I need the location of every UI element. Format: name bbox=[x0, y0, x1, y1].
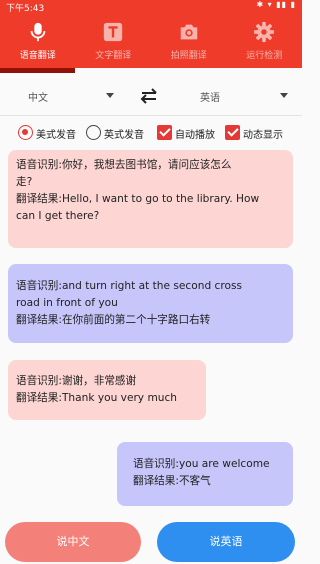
tab-label: 拍照翻译 bbox=[170, 51, 207, 61]
recognized-text: road in front of you bbox=[16, 297, 118, 309]
chat-bubble-chinese: 语音识别:谢谢，非常感谢 翻译结果:Thank you very much bbox=[8, 360, 206, 420]
source-language-dropdown[interactable]: 中文 bbox=[0, 76, 125, 116]
camera-icon bbox=[180, 24, 197, 40]
british-pronunciation-label: 英式发音 bbox=[104, 130, 144, 141]
microphone-icon bbox=[30, 22, 46, 42]
radio-checked-icon bbox=[18, 125, 33, 140]
tab-run-check[interactable]: 运行检测 bbox=[227, 12, 303, 68]
swap-arrows-icon[interactable] bbox=[139, 87, 159, 105]
tab-label: 运行检测 bbox=[246, 51, 283, 61]
radio-unchecked-icon bbox=[86, 125, 101, 140]
translation-text: 翻译结果:Thank you very much bbox=[16, 392, 178, 404]
chevron-down-icon bbox=[280, 93, 288, 98]
recognized-text: 语音识别:you are welcome bbox=[133, 458, 270, 470]
chat-bubble-english: 语音识别:you are welcome 翻译结果:不客气 bbox=[117, 442, 293, 506]
source-language-label: 中文 bbox=[28, 93, 48, 104]
autoplay-label: 自动播放 bbox=[175, 130, 215, 141]
checkbox-checked-icon bbox=[157, 125, 172, 140]
tab-bar: 语音翻译 文字翻译 拍照翻译 运行检测 bbox=[0, 12, 302, 68]
american-pronunciation-label: 美式发音 bbox=[36, 130, 76, 141]
chat-bubble-chinese: 语音识别:你好，我想去图书馆，请问应该怎么 走? 翻译结果:Hello, I w… bbox=[8, 150, 293, 248]
speak-english-button[interactable]: 说英语 bbox=[157, 522, 295, 562]
target-language-dropdown[interactable]: 英语 bbox=[170, 76, 302, 116]
tab-voice-translate[interactable]: 语音翻译 bbox=[0, 12, 76, 68]
status-bar: 下午5:43 ✱ ▾ ▮▮ ▮ bbox=[0, 0, 302, 14]
recognized-text: 语音识别:and turn right at the second cross bbox=[16, 280, 243, 292]
translation-text: 翻译结果:不客气 bbox=[133, 475, 211, 487]
text-t-icon bbox=[104, 22, 123, 42]
dynamic-display-label: 动态显示 bbox=[243, 130, 283, 141]
status-icons: ✱ ▾ ▮▮ ▮ bbox=[256, 0, 296, 9]
chevron-down-icon bbox=[106, 93, 114, 98]
options-row: 美式发音 英式发音 自动播放 动态显示 bbox=[0, 122, 302, 144]
recognized-text: 语音识别:你好，我想去图书馆，请问应该怎么 bbox=[16, 159, 232, 171]
tab-label: 文字翻译 bbox=[95, 51, 132, 61]
target-language-label: 英语 bbox=[200, 93, 220, 104]
tab-photo-translate[interactable]: 拍照翻译 bbox=[151, 12, 227, 68]
tab-label: 语音翻译 bbox=[19, 51, 56, 61]
active-tab-indicator bbox=[0, 68, 75, 73]
speak-chinese-button[interactable]: 说中文 bbox=[5, 522, 141, 562]
recognized-text: 语音识别:谢谢，非常感谢 bbox=[16, 375, 137, 387]
language-row: 中文 英语 bbox=[0, 76, 302, 116]
translation-text: 翻译结果:Hello, I want to go to the library.… bbox=[16, 193, 260, 205]
translation-text: 翻译结果:在你前面的第二个十字路口右转 bbox=[16, 314, 211, 326]
gear-icon bbox=[254, 21, 275, 43]
translation-text: can I get there? bbox=[16, 210, 100, 222]
tab-text-translate[interactable]: 文字翻译 bbox=[76, 12, 152, 68]
chat-bubble-english: 语音识别:and turn right at the second cross … bbox=[8, 264, 293, 343]
recognized-text: 走? bbox=[16, 176, 33, 188]
checkbox-checked-icon bbox=[225, 125, 240, 140]
